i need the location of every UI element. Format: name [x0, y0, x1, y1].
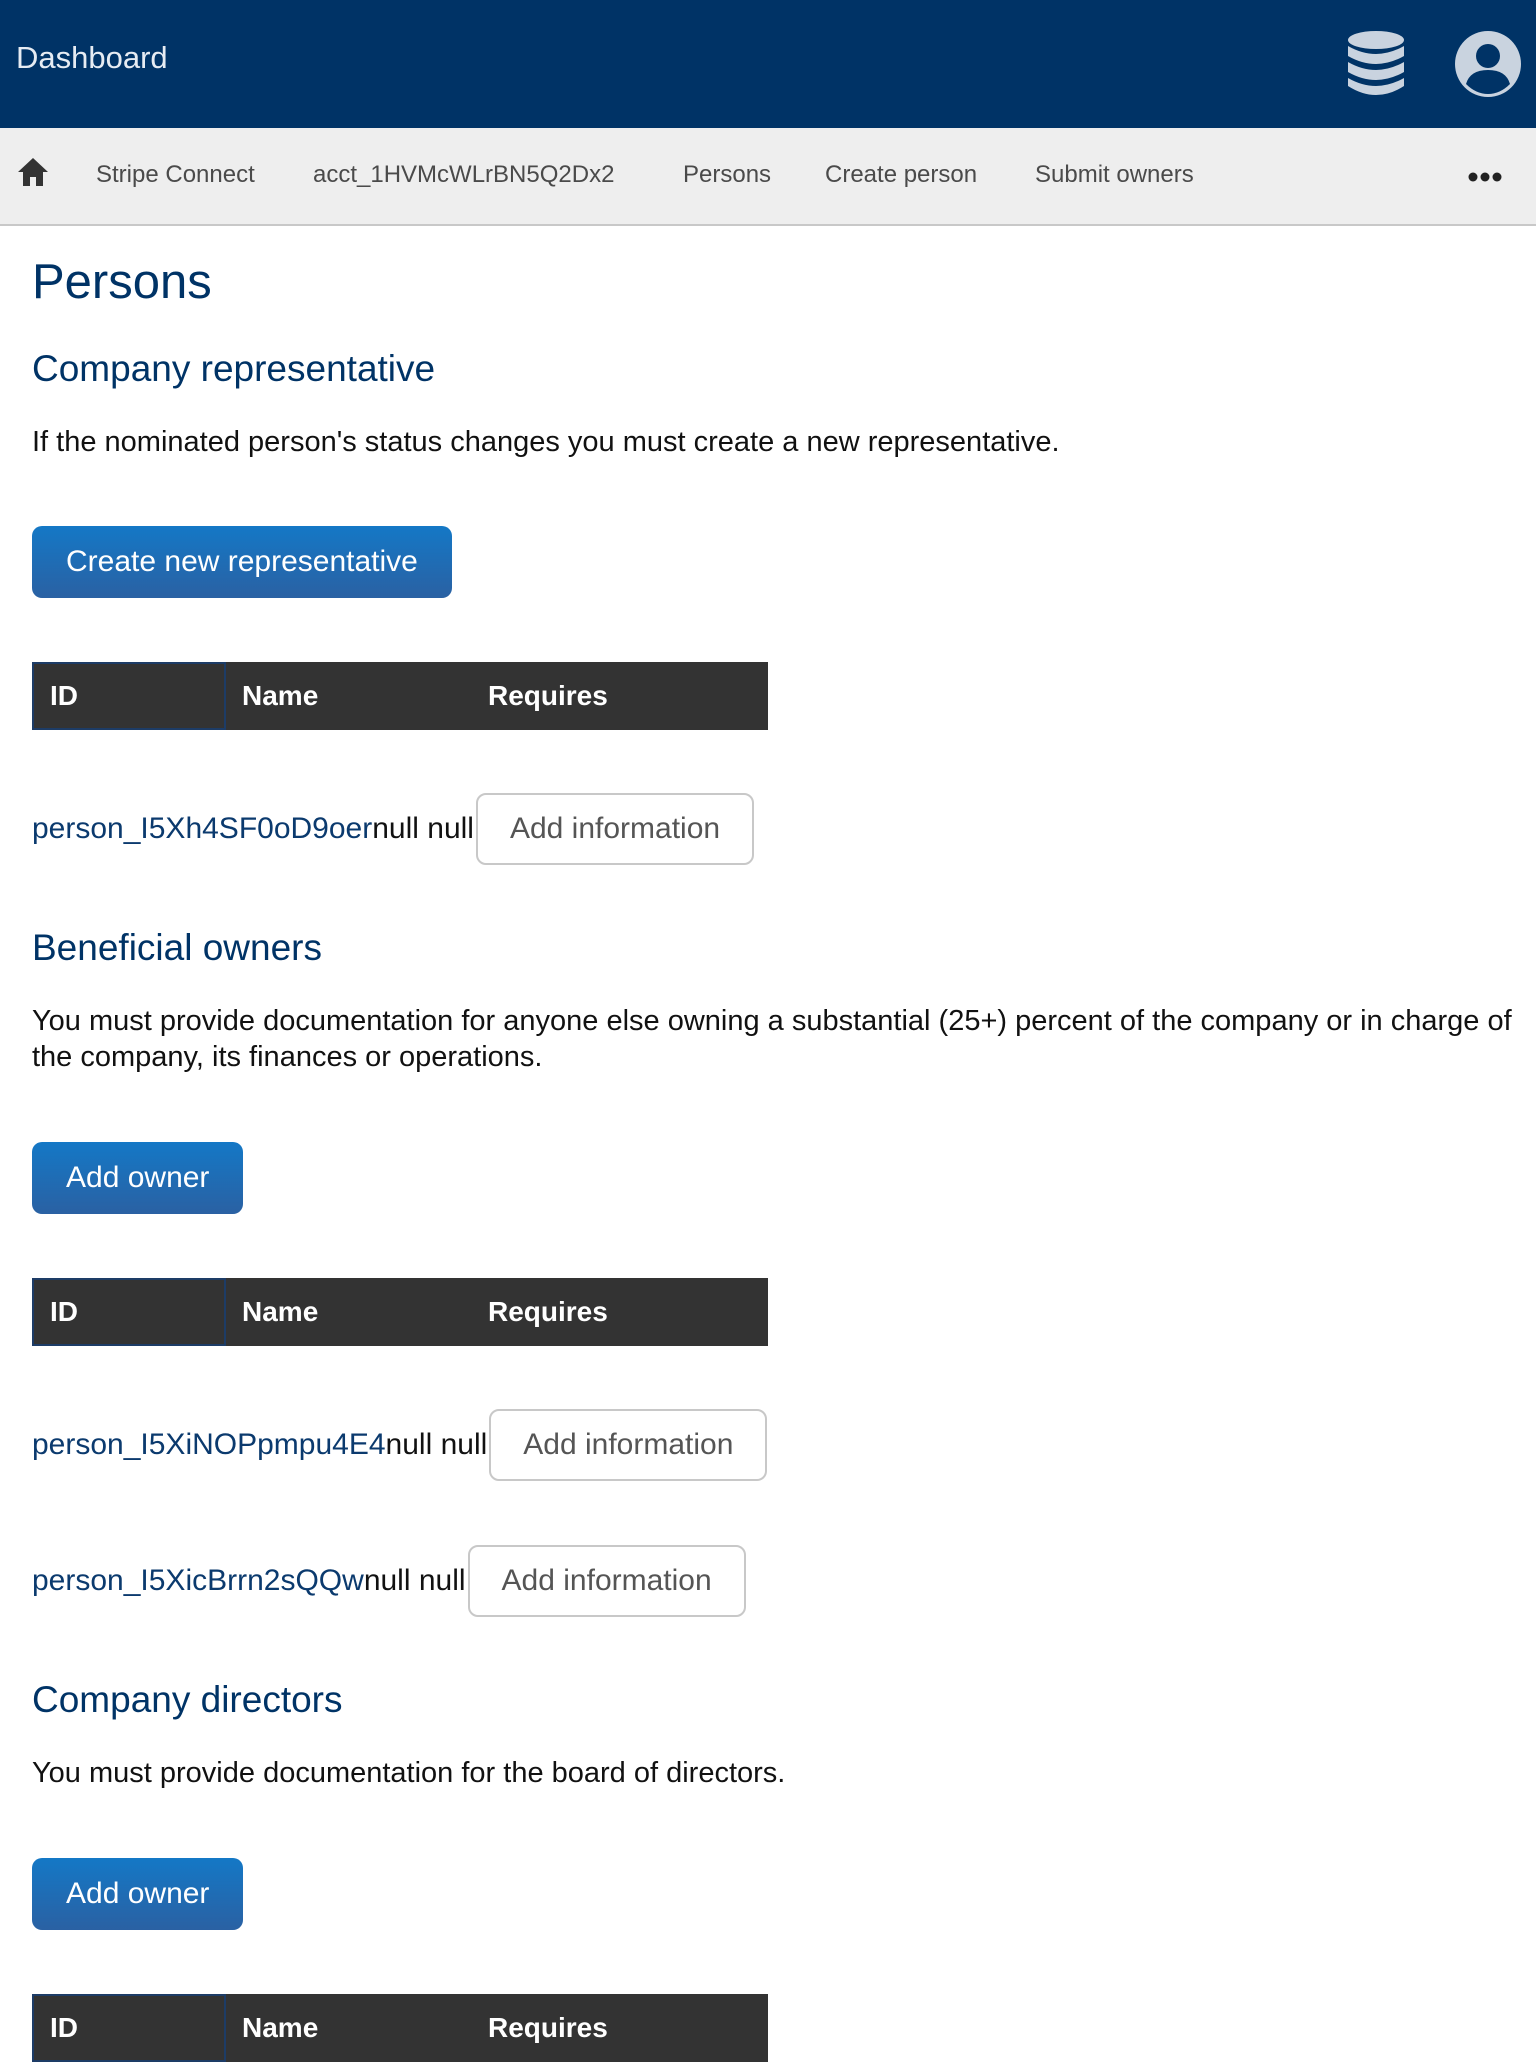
column-header-requires: Requires [488, 2012, 608, 2043]
dashboard-title[interactable]: Dashboard [16, 40, 168, 76]
create-representative-button[interactable]: Create new representative [32, 526, 452, 598]
owners-description: You must provide documentation for anyon… [32, 1005, 1512, 1073]
breadcrumb-item-submit-owners[interactable]: Submit owners [1035, 161, 1194, 189]
column-header-id: ID [32, 1278, 226, 1346]
person-id-link[interactable]: person_I5XicBrrn2sQQw [32, 1564, 364, 1598]
breadcrumb-item-persons[interactable]: Persons [683, 161, 771, 189]
column-header-requires: Requires [488, 1296, 608, 1327]
column-header-name: Name [242, 1296, 319, 1327]
column-header-requires: Requires [488, 680, 608, 711]
breadcrumb-item-stripe-connect[interactable]: Stripe Connect [96, 161, 255, 189]
add-information-button[interactable]: Add information [467, 1545, 746, 1617]
owners-heading: Beneficial owners [32, 927, 322, 968]
home-icon[interactable] [16, 156, 50, 188]
person-id-link[interactable]: person_I5Xh4SF0oD9oer [32, 812, 372, 846]
person-id-link[interactable]: person_I5XiNOPpmpu4E4 [32, 1428, 386, 1462]
top-header-bar [0, 0, 1536, 128]
person-name: null null [385, 1428, 488, 1461]
add-director-button[interactable]: Add owner [32, 1858, 244, 1930]
representative-table-header: ID Name Requires [32, 662, 768, 730]
representative-heading: Company representative [32, 348, 436, 389]
person-name: null null [372, 812, 474, 845]
add-information-button[interactable]: Add information [475, 793, 755, 865]
ellipsis-icon[interactable] [1468, 172, 1502, 182]
table-row: person_I5XicBrrn2sQQw null null Add info… [32, 1545, 746, 1617]
person-name: null null [363, 1564, 466, 1597]
representative-description: If the nominated person's status changes… [32, 426, 1060, 458]
owners-table-header: ID Name Requires [32, 1278, 768, 1346]
directors-description: You must provide documentation for the b… [32, 1757, 786, 1789]
directors-heading: Company directors [32, 1679, 343, 1720]
add-information-button[interactable]: Add information [489, 1409, 768, 1481]
column-header-name: Name [242, 680, 319, 711]
column-header-id: ID [32, 662, 226, 730]
breadcrumb-item-create-person[interactable]: Create person [825, 161, 977, 189]
directors-table-header: ID Name Requires [32, 1994, 768, 2062]
column-header-name: Name [242, 2012, 319, 2043]
column-header-id: ID [32, 1994, 226, 2062]
table-row: person_I5XiNOPpmpu4E4 null null Add info… [32, 1409, 768, 1481]
page-title: Persons [32, 255, 212, 309]
table-row: person_I5Xh4SF0oD9oer null null Add info… [32, 793, 755, 865]
add-owner-button[interactable]: Add owner [32, 1142, 244, 1214]
user-account-icon[interactable] [1454, 30, 1522, 98]
database-icon[interactable] [1346, 30, 1406, 98]
breadcrumb-item-account[interactable]: acct_1HVMcWLrBN5Q2Dx2 [313, 161, 614, 189]
